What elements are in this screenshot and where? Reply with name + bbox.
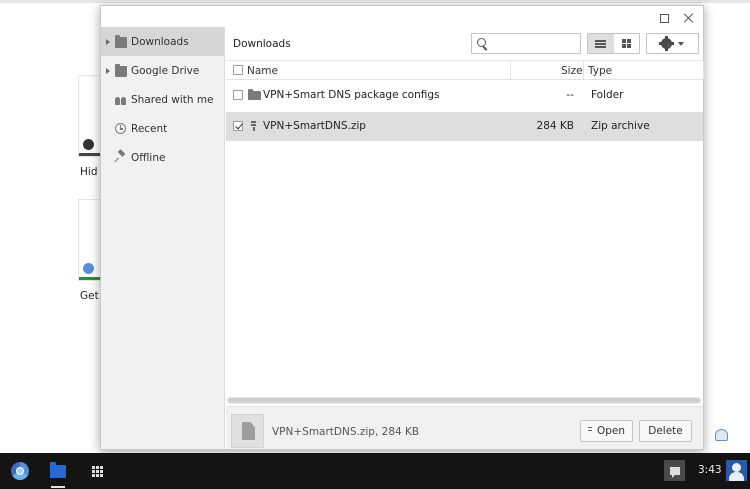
launcher-grid-icon (91, 465, 103, 477)
sidebar-item-offline[interactable]: Offline (101, 143, 224, 172)
file-type: Zip archive (591, 120, 650, 132)
search-icon (477, 38, 486, 47)
column-divider[interactable] (583, 61, 584, 80)
search-box[interactable] (471, 33, 581, 54)
file-list-pane: Downloads Name Size Type VPN+Smart DNS p… (226, 27, 704, 449)
app-launcher-button[interactable] (85, 459, 109, 483)
maximize-icon (659, 13, 669, 23)
running-indicator (51, 486, 65, 488)
file-size: 284 KB (536, 120, 574, 132)
file-size: -- (566, 89, 574, 101)
expand-arrow-icon[interactable] (106, 67, 110, 74)
sidebar-item-label: Downloads (131, 35, 189, 48)
recent-clock-icon (115, 123, 126, 134)
sidebar-item-downloads[interactable]: Downloads (101, 27, 224, 56)
column-header-size[interactable]: Size (561, 65, 583, 77)
breadcrumb[interactable]: Downloads (233, 38, 291, 50)
shelf: 3:43 (0, 453, 750, 489)
column-divider[interactable] (510, 61, 511, 80)
zip-file-icon (251, 121, 256, 132)
table-header: Name Size Type (226, 60, 704, 80)
notification-icon (669, 466, 680, 478)
clock[interactable]: 3:43 (698, 464, 722, 476)
grid-view-icon (621, 39, 631, 48)
avatar[interactable] (726, 460, 747, 481)
column-divider[interactable] (703, 61, 704, 80)
table-row[interactable]: VPN+SmartDNS.zip 284 KB Zip archive (226, 112, 703, 141)
files-dialog: Downloads Google Drive Shared with me Re… (100, 5, 704, 450)
delete-button[interactable]: Delete (639, 420, 692, 442)
sidebar-item-label: Google Drive (131, 64, 200, 77)
file-icon (242, 422, 255, 440)
sidebar-item-label: Offline (131, 151, 166, 164)
list-view-icon (595, 39, 607, 48)
notifications-button[interactable] (664, 460, 685, 481)
toolbar: Downloads (226, 27, 703, 61)
folder-icon (248, 89, 261, 100)
file-name: VPN+Smart DNS package configs (263, 89, 440, 101)
chevron-down-icon (678, 41, 684, 46)
background-card-label: Hid (80, 166, 98, 178)
background-app-icon[interactable] (715, 429, 728, 441)
grid-view-button[interactable] (614, 34, 640, 53)
select-all-checkbox[interactable] (233, 65, 243, 75)
pin-icon (115, 151, 127, 162)
sidebar: Downloads Google Drive Shared with me Re… (101, 27, 225, 449)
view-toggle (587, 33, 640, 54)
sidebar-item-label: Recent (131, 122, 168, 135)
file-type: Folder (591, 89, 624, 101)
row-checkbox[interactable] (233, 121, 243, 131)
horizontal-scrollbar[interactable] (227, 397, 701, 404)
downloads-folder-icon (115, 35, 127, 48)
sidebar-item-google-drive[interactable]: Google Drive (101, 56, 224, 85)
expand-arrow-icon[interactable] (106, 38, 110, 45)
column-header-name[interactable]: Name (247, 65, 278, 77)
open-button[interactable]: Open (580, 420, 633, 442)
column-header-type[interactable]: Type (588, 65, 612, 77)
chrome-launcher[interactable] (8, 459, 32, 483)
settings-menu-button[interactable] (646, 33, 699, 54)
desktop-top-border (0, 0, 750, 3)
row-checkbox[interactable] (233, 90, 243, 100)
sidebar-item-label: Shared with me (131, 93, 214, 106)
shared-icon (115, 94, 127, 105)
files-app-icon (50, 461, 66, 478)
maximize-button[interactable] (656, 10, 672, 26)
search-input[interactable] (490, 35, 578, 52)
file-name: VPN+SmartDNS.zip (263, 120, 366, 132)
sidebar-item-recent[interactable]: Recent (101, 114, 224, 143)
open-button-label: Open (596, 425, 626, 437)
preview-panel: VPN+SmartDNS.zip, 284 KB Open Delete (226, 406, 703, 449)
table-row[interactable]: VPN+Smart DNS package configs -- Folder (226, 81, 703, 110)
gear-icon (659, 36, 674, 51)
zip-file-icon (587, 427, 592, 435)
selection-summary: VPN+SmartDNS.zip, 284 KB (272, 426, 420, 438)
drive-icon (115, 64, 127, 77)
files-app-launcher[interactable] (46, 459, 70, 488)
chrome-icon (11, 462, 29, 480)
blocked-icon (83, 139, 94, 150)
sidebar-item-shared-with-me[interactable]: Shared with me (101, 85, 224, 114)
file-thumbnail (231, 414, 264, 448)
list-view-button[interactable] (588, 34, 614, 53)
chrome-small-icon (83, 263, 94, 274)
close-button[interactable] (681, 10, 697, 26)
scrollbar-thumb[interactable] (228, 398, 700, 403)
close-icon (684, 13, 694, 23)
